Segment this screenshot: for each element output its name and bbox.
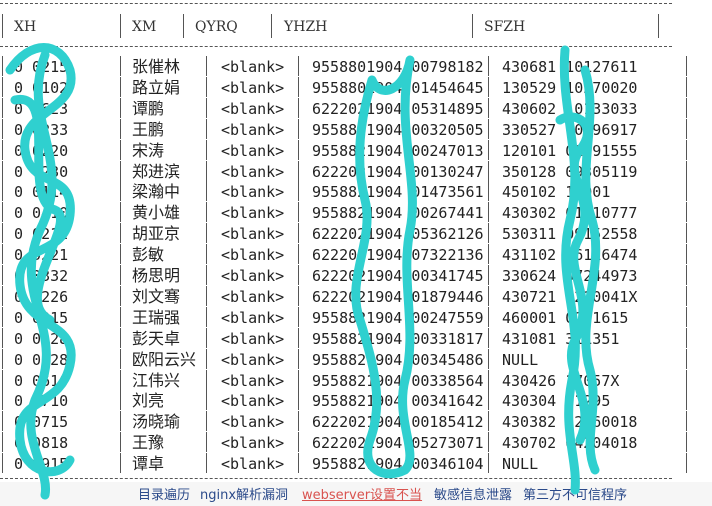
- redaction-scribble-xh: [5, 43, 76, 500]
- redaction-scribble-yhzh: [351, 55, 417, 479]
- redaction-scribble-sfzh: [555, 45, 601, 495]
- redaction-scribbles: [5, 43, 601, 500]
